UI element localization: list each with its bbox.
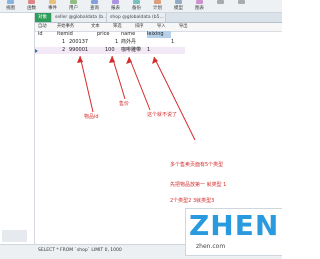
backup-icon xyxy=(133,0,140,4)
toolbar-item-label: 图表 xyxy=(195,6,204,11)
model-icon xyxy=(175,0,182,4)
cell-price[interactable]: 100 xyxy=(105,47,115,54)
toolbar-item-11[interactable] xyxy=(231,0,252,12)
toolbar-item-9[interactable]: 图表 xyxy=(189,0,210,12)
column-header-price[interactable]: price xyxy=(97,31,109,38)
arrow-itemid xyxy=(79,55,94,113)
tab-shop[interactable]: shop @globaldata (b5... xyxy=(107,13,166,22)
toolbar-item-label: 查询 xyxy=(90,6,99,11)
cell-leixing[interactable]: 1 xyxy=(171,39,174,46)
annotation-note-3: 2个类型2 3就类型3 xyxy=(170,198,215,204)
cell-id[interactable]: 2 xyxy=(62,47,65,54)
arrow-leixing xyxy=(153,56,196,141)
export-button[interactable]: 导出 xyxy=(179,23,188,31)
column-header-leixing[interactable]: leixing xyxy=(147,31,171,38)
schedule-icon xyxy=(154,0,161,4)
toolbar-item-2[interactable]: 事件 xyxy=(42,0,63,12)
toolbar-item-label: 事件 xyxy=(48,6,57,11)
column-header-itemid[interactable]: itemid xyxy=(57,31,73,38)
toolbar-item-label: 计划 xyxy=(153,6,162,11)
tab-seller[interactable]: seller @globaldata (b... xyxy=(52,13,107,22)
column-header-id[interactable]: id xyxy=(38,31,43,38)
toolbar-item-label: 用户 xyxy=(69,6,78,11)
toolbar-item-1[interactable]: 函数 xyxy=(21,0,42,12)
sort-button[interactable]: 排序 xyxy=(135,23,144,31)
watermark: ZHEN zhen.com xyxy=(185,208,282,256)
cell-itemid[interactable]: 200137 xyxy=(69,39,88,46)
main-toolbar: 视图 函数 事件 用户 查询 报表 备份 计划 模型 图表 xyxy=(0,0,282,13)
toolbar-item-3[interactable]: 用户 xyxy=(63,0,84,12)
navigator-item[interactable] xyxy=(0,20,34,27)
cell-itemid[interactable]: 990001 xyxy=(69,47,88,54)
watermark-subtext: zhen.com xyxy=(196,243,226,250)
chart-icon xyxy=(196,0,203,4)
table-row[interactable]: 1 200137 1 商外丹 1 xyxy=(35,39,185,46)
toolbar-item-6[interactable]: 备份 xyxy=(126,0,147,12)
annotation-note-1: 多个售卖页面有5个类型 xyxy=(170,162,224,168)
cell-name[interactable]: 咖啡雕带 xyxy=(121,47,141,54)
toolbar-item-label: 视图 xyxy=(6,6,15,11)
table-row[interactable]: 2 990001 100 咖啡雕带 1 xyxy=(35,47,185,54)
toolbar-item-10[interactable] xyxy=(210,0,231,12)
toolbar-item-label: 备份 xyxy=(132,6,141,11)
view-icon xyxy=(7,0,14,4)
toolbar-item-label: 报表 xyxy=(111,6,120,11)
query-icon xyxy=(91,0,98,4)
event-icon xyxy=(49,0,56,4)
more-icon xyxy=(217,0,224,4)
watermark-logo: ZHEN xyxy=(189,209,280,242)
report-icon xyxy=(112,0,119,4)
cell-name[interactable]: 商外丹 xyxy=(121,39,136,46)
annotation-name: 这个就不说了 xyxy=(147,112,178,118)
toolbar-item-4[interactable]: 查询 xyxy=(84,0,105,12)
user-icon xyxy=(70,0,77,4)
text-button[interactable]: 文本 xyxy=(91,23,100,31)
cell-leixing[interactable]: 1 xyxy=(147,47,150,54)
annotation-price: 售价 xyxy=(119,101,130,107)
function-icon xyxy=(28,0,35,4)
toolbar-item-label: 函数 xyxy=(27,6,36,11)
begin-transaction-button[interactable]: 开始事务 xyxy=(57,23,74,31)
toolbar-item-5[interactable]: 报表 xyxy=(105,0,126,12)
arrow-name xyxy=(128,56,151,111)
cell-price[interactable]: 1 xyxy=(115,39,118,46)
toolbar-item-8[interactable]: 模型 xyxy=(168,0,189,12)
cell-id[interactable]: 1 xyxy=(62,39,65,46)
navigator-footer xyxy=(2,230,27,242)
navicat-window: 视图 函数 事件 用户 查询 报表 备份 计划 模型 图表 对象 seller @globalda… xyxy=(0,0,282,259)
auto-button[interactable]: 自动 xyxy=(38,23,47,31)
current-row-marker-icon xyxy=(35,49,38,53)
grid-rows: 1 200137 1 商外丹 1 2 990001 100 咖啡雕带 1 xyxy=(35,39,185,55)
toolbar-item-label: 模型 xyxy=(174,6,183,11)
document-tabs: 对象 seller @globaldata (b... shop @global… xyxy=(35,13,282,23)
connection-navigator[interactable] xyxy=(0,13,35,244)
tab-objects[interactable]: 对象 xyxy=(35,13,52,22)
column-header-name[interactable]: name xyxy=(121,31,135,38)
more-icon xyxy=(238,0,245,4)
navigator-item[interactable] xyxy=(0,13,34,20)
import-button[interactable]: 导入 xyxy=(157,23,166,31)
filter-button[interactable]: 筛选 xyxy=(113,23,122,31)
toolbar-item-7[interactable]: 计划 xyxy=(147,0,168,12)
annotation-item-id: 物品id xyxy=(84,114,99,120)
status-query: SELECT * FROM `shop` LIMIT 0, 1000 xyxy=(38,248,122,253)
arrow-price xyxy=(111,55,126,100)
annotation-note-2: 先把物品放第一 就类型 1 xyxy=(170,182,227,188)
toolbar-item-0[interactable]: 视图 xyxy=(0,0,21,12)
